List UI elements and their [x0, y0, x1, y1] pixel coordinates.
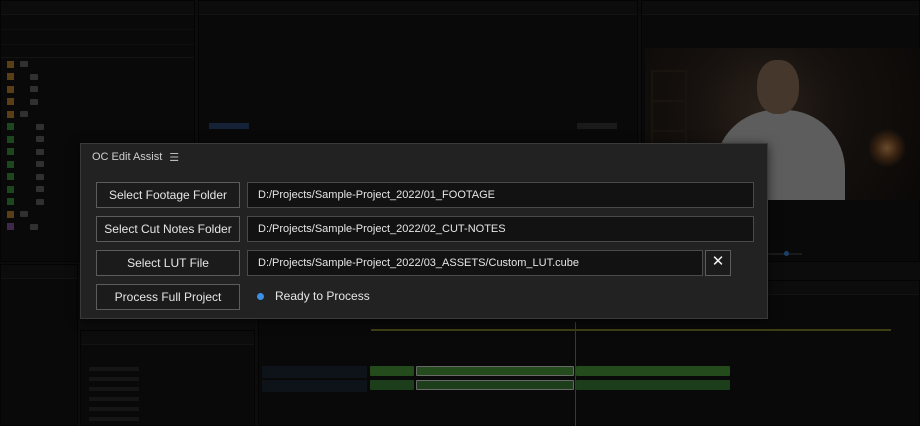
program-playhead	[784, 251, 789, 256]
track-header-a1	[262, 380, 367, 392]
folder-icon	[30, 73, 38, 80]
select-lut-file-button[interactable]: Select LUT File	[96, 250, 240, 276]
sequence-icon	[36, 198, 44, 205]
project-row	[1, 58, 194, 71]
background-lamp	[869, 128, 905, 168]
effects-list	[89, 367, 139, 371]
status-dot-icon	[257, 292, 264, 300]
effects-panel-tabs	[81, 331, 254, 345]
info-panel-tabs	[1, 265, 77, 279]
file-icon	[30, 223, 38, 230]
project-panel-tabs	[1, 1, 194, 15]
clear-lut-button[interactable]: ✕	[705, 250, 731, 276]
project-row	[1, 96, 194, 109]
project-row	[1, 121, 194, 134]
info-panel	[0, 264, 78, 426]
process-full-project-button[interactable]: Process Full Project	[96, 284, 240, 310]
sequence-icon	[36, 148, 44, 155]
timeline-video-clip	[370, 366, 414, 376]
folder-icon	[20, 111, 28, 118]
project-column-header	[1, 45, 194, 58]
select-cut-notes-folder-button[interactable]: Select Cut Notes Folder	[96, 216, 240, 242]
footage-folder-path-field[interactable]	[247, 182, 754, 208]
effects-panel	[80, 330, 255, 426]
sequence-icon	[36, 123, 44, 130]
person-head	[757, 60, 799, 114]
select-footage-folder-button[interactable]: Select Footage Folder	[96, 182, 240, 208]
folder-icon	[20, 211, 28, 218]
track-header-v3	[262, 338, 367, 350]
folder-icon	[30, 98, 38, 105]
sequence-icon	[36, 173, 44, 180]
status-text: Ready to Process	[275, 289, 370, 303]
dialog-header: OC Edit Assist ☰	[81, 144, 767, 170]
folder-icon	[30, 86, 38, 93]
timeline-work-area	[371, 329, 891, 331]
lut-file-path-field[interactable]	[247, 250, 703, 276]
sequence-icon	[36, 186, 44, 193]
track-header-v1	[262, 366, 367, 378]
project-row	[1, 83, 194, 96]
timeline-audio-clip	[370, 380, 414, 390]
oc-edit-assist-dialog: OC Edit Assist ☰ Select Footage Folder S…	[80, 143, 768, 319]
program-monitor-tabs	[642, 1, 919, 15]
source-duration	[577, 123, 617, 129]
project-row	[1, 108, 194, 121]
cut-notes-folder-path-field[interactable]	[247, 216, 754, 242]
timeline-video-clip	[576, 366, 730, 376]
hamburger-menu-icon[interactable]: ☰	[169, 151, 179, 164]
timeline-audio-clip	[416, 380, 574, 390]
sequence-icon	[36, 136, 44, 143]
source-timecode	[209, 123, 249, 129]
timeline-audio-clip	[576, 380, 730, 390]
project-search-bar	[1, 30, 194, 45]
close-icon: ✕	[711, 253, 725, 270]
track-header-v2	[262, 352, 367, 364]
project-panel-subheader	[1, 15, 194, 30]
timeline-playhead	[575, 322, 576, 426]
source-monitor-tabs	[199, 1, 637, 15]
dialog-title: OC Edit Assist	[92, 151, 163, 163]
status-indicator: Ready to Process	[257, 288, 370, 304]
folder-icon	[20, 61, 28, 68]
project-row	[1, 71, 194, 84]
sequence-icon	[36, 161, 44, 168]
timeline-video-clip	[416, 366, 574, 376]
